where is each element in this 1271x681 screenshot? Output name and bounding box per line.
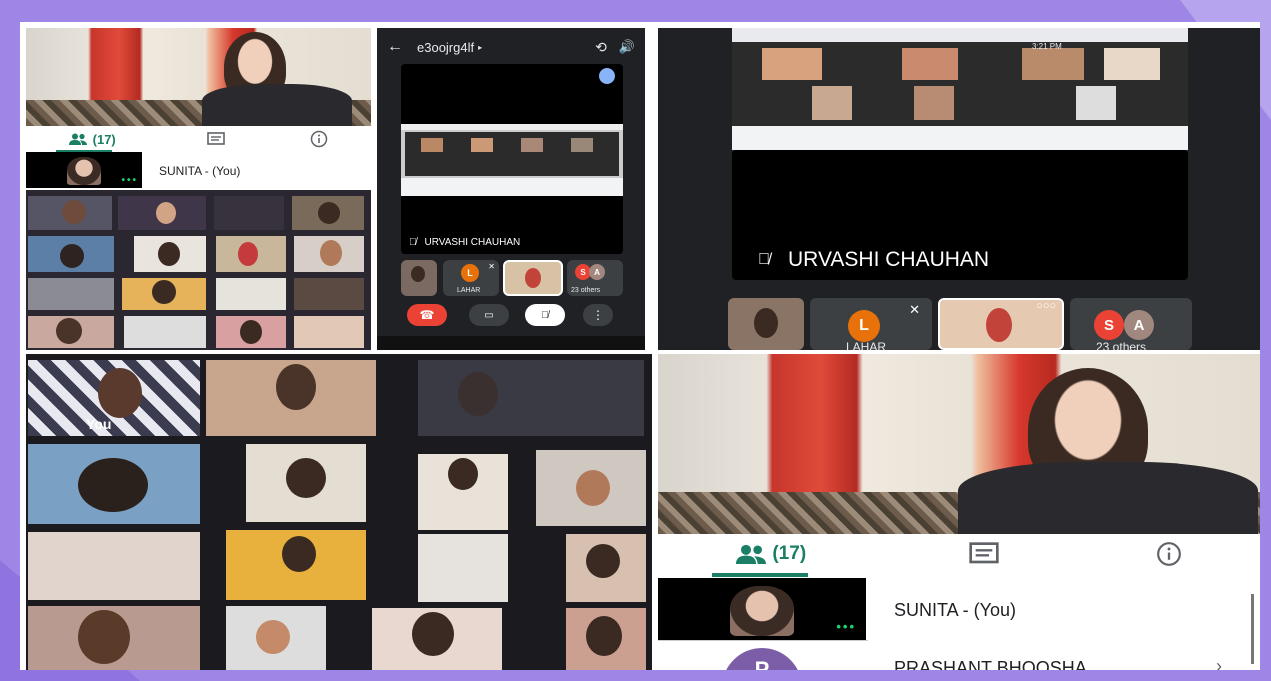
tab-people[interactable]: (17) xyxy=(736,543,812,565)
tile-self-video[interactable] xyxy=(728,298,804,350)
switch-camera-icon[interactable]: ⟲ xyxy=(595,39,607,56)
participants-tab-bar: (17) xyxy=(658,534,1260,574)
list-divider xyxy=(658,640,868,641)
info-icon xyxy=(1156,542,1181,566)
camera-off-button[interactable]: ▭ xyxy=(469,304,509,326)
shared-grid: 3:21 PM xyxy=(732,42,1188,126)
participants-view-large: (17) ••• SUNITA - (You) P PRASHANT BHOOS… xyxy=(658,354,1260,670)
tile-self-video[interactable] xyxy=(401,260,437,296)
tab-info[interactable] xyxy=(310,130,328,148)
browser-toolbar xyxy=(732,28,1188,42)
avatar-a: A xyxy=(589,264,605,280)
info-icon xyxy=(311,130,328,148)
tile-lahar[interactable]: L ✕ LAHAR xyxy=(443,260,499,296)
people-count: (17) xyxy=(92,131,116,147)
video-grid-photo-large: You xyxy=(26,354,652,670)
tile-name: LAHAR xyxy=(457,287,481,294)
speaker-video xyxy=(26,28,371,126)
participant-list: ••• SUNITA - (You) xyxy=(26,152,371,190)
chat-icon xyxy=(207,131,225,145)
mic-off-icon: ✕ xyxy=(488,262,495,271)
speaker-name: URVASHI CHAUHAN xyxy=(788,248,990,271)
avatar-s: S xyxy=(1094,310,1124,340)
speaker-icon[interactable]: 🔊 xyxy=(619,39,635,55)
browser-tab-strip xyxy=(732,126,1188,150)
phone-meet-screen: ← e3oojrg4lf ▸ ⟲ 🔊 🎙̸ URVASHI CHAUHAN L … xyxy=(377,28,645,350)
back-arrow-icon[interactable]: ← xyxy=(387,38,417,56)
chevron-right-icon[interactable]: › xyxy=(1216,656,1222,670)
self-thumbnail: ••• xyxy=(26,152,142,188)
main-video-tile: 🎙̸ URVASHI CHAUHAN xyxy=(401,64,623,254)
speaking-dots: ••• xyxy=(836,619,856,634)
avatar-a: A xyxy=(1124,310,1154,340)
end-call-button[interactable]: ☎ xyxy=(407,304,447,326)
self-participant-name: SUNITA - (You) xyxy=(894,600,1017,620)
tab-people[interactable]: (17) xyxy=(68,131,122,147)
people-icon xyxy=(68,133,87,145)
main-tile-name: 🎙̸ URVASHI CHAUHAN xyxy=(758,248,989,272)
speaking-dots: ••• xyxy=(121,175,138,186)
participant-name-prashant[interactable]: PRASHANT BHOOSHA xyxy=(894,658,1087,670)
tile-others[interactable]: S A 23 others xyxy=(1070,298,1192,350)
main-tile-name: 🎙̸ URVASHI CHAUHAN xyxy=(409,237,520,248)
avatar-l: L xyxy=(848,310,880,342)
shared-screen xyxy=(401,124,623,196)
self-thumbnail: ••• xyxy=(658,578,866,640)
chat-icon xyxy=(969,541,999,563)
mic-off-icon: ✕ xyxy=(909,302,920,317)
time-chip: 3:21 PM xyxy=(1032,42,1062,51)
more-icon[interactable]: ○○○ xyxy=(1036,300,1056,312)
people-count: (17) xyxy=(772,543,807,564)
tile-name: LAHAR xyxy=(846,340,887,350)
collage-frame: (17) ••• SUNITA - (You) ← e3oojrg4lf ▸ ⟲… xyxy=(20,22,1260,670)
more-options-button[interactable]: ⋮ xyxy=(583,304,613,326)
pin-icon[interactable] xyxy=(599,68,615,84)
you-label: You xyxy=(86,416,112,432)
mic-off-icon: 🎙̸ xyxy=(758,251,770,268)
main-video-area: 🎙̸ URVASHI CHAUHAN xyxy=(732,150,1188,280)
people-icon xyxy=(736,544,767,564)
phone-header: ← e3oojrg4lf ▸ ⟲ 🔊 xyxy=(377,36,645,58)
meeting-code-caret-icon: ▸ xyxy=(478,42,483,52)
self-participant-name: SUNITA - (You) xyxy=(159,164,241,178)
tile-urvashi[interactable] xyxy=(503,260,563,296)
participants-tab-bar: (17) xyxy=(26,126,371,152)
top-left-panel: (17) ••• SUNITA - (You) xyxy=(26,28,371,350)
speaker-video-large xyxy=(658,354,1260,534)
tab-chat[interactable] xyxy=(969,541,999,567)
tab-chat[interactable] xyxy=(207,131,225,147)
tile-urvashi[interactable]: ○○○ xyxy=(938,298,1064,350)
tile-others[interactable]: S A 23 others xyxy=(567,260,623,296)
meeting-code[interactable]: e3oojrg4lf xyxy=(417,40,474,55)
tile-lahar[interactable]: L ✕ LAHAR xyxy=(810,298,932,350)
speaker-name: URVASHI CHAUHAN xyxy=(424,237,521,248)
tab-info[interactable] xyxy=(1156,541,1182,567)
others-count: 23 others xyxy=(1096,340,1147,350)
avatar-p: P xyxy=(722,648,802,670)
desktop-meet-screen: 3:21 PM 🎙̸ URVASHI CHAUHAN L ✕ LAHAR ○○○… xyxy=(658,28,1260,350)
active-tab-underline xyxy=(712,573,808,577)
mic-off-button[interactable]: 🎙̸ xyxy=(525,304,565,326)
android-nav-bar xyxy=(377,336,645,350)
mic-off-icon: 🎙̸ xyxy=(409,237,417,248)
others-count: 23 others xyxy=(571,287,601,294)
avatar-l: L xyxy=(461,264,479,282)
scrollbar[interactable] xyxy=(1251,594,1254,664)
video-grid-photo xyxy=(26,190,371,350)
